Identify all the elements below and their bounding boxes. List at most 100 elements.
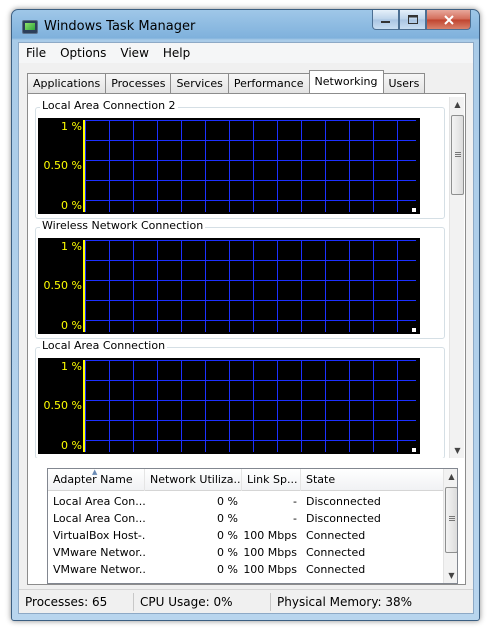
graph-title: Wireless Network Connection (40, 219, 206, 232)
status-bar: Processes: 65 CPU Usage: 0% Physical Mem… (19, 589, 473, 613)
column-adapter-name[interactable]: ▲ Adapter Name (48, 469, 145, 491)
adapter-utilization: 0 % (217, 512, 238, 525)
title-bar[interactable]: Windows Task Manager (12, 10, 479, 42)
menu-help[interactable]: Help (156, 43, 197, 63)
maximize-button[interactable] (399, 10, 426, 30)
status-cpu-usage: CPU Usage: 0% (134, 592, 271, 611)
adapter-utilization: 0 % (217, 495, 238, 508)
adapter-name: Local Area Con... (53, 495, 145, 508)
adapter-link-speed: 100 Mbps (243, 563, 297, 576)
task-manager-icon (22, 20, 38, 34)
graphs-area: Local Area Connection 2 1 % 0.50 % 0 % W… (31, 97, 446, 458)
column-state[interactable]: State (301, 469, 443, 491)
graphs-scrollbar[interactable]: ▲ ▼ (449, 97, 464, 458)
graph-marker (412, 208, 416, 212)
adapter-utilization: 0 % (217, 546, 238, 559)
adapter-list-header: ▲ Adapter Name Network Utiliza... Link S… (48, 469, 443, 491)
y-axis-min-label: 0 % (61, 439, 82, 452)
y-axis-mid-label: 0.50 % (43, 279, 82, 292)
adapter-state: Connected (306, 529, 366, 542)
column-label: State (306, 473, 336, 486)
graph-plot-area (83, 120, 416, 212)
adapter-rows: Local Area Con... 0 % - Disconnected Loc… (48, 493, 443, 578)
table-row[interactable]: VirtualBox Host-... 0 % 100 Mbps Connect… (48, 527, 443, 544)
column-network-utilization[interactable]: Network Utiliza... (145, 469, 242, 491)
adapter-list: ▲ Adapter Name Network Utiliza... Link S… (47, 468, 458, 584)
adapter-name: VMware Networ... (53, 546, 145, 559)
graph-group: Wireless Network Connection 1 % 0.50 % 0… (35, 219, 445, 339)
close-icon (443, 14, 454, 25)
tab-users[interactable]: Users (382, 73, 426, 93)
graph-group: Local Area Connection 1 % 0.50 % 0 % (35, 339, 445, 458)
close-button[interactable] (426, 10, 471, 30)
tab-performance[interactable]: Performance (227, 73, 310, 93)
task-manager-window: Windows Task Manager File Options View H… (11, 9, 480, 621)
table-row[interactable]: Local Area Con... 0 % - Disconnected (48, 493, 443, 510)
minimize-icon (381, 21, 390, 23)
network-graph: 1 % 0.50 % 0 % (38, 238, 420, 334)
column-link-speed[interactable]: Link Sp... (242, 469, 301, 491)
adapter-utilization: 0 % (217, 563, 238, 576)
tab-networking[interactable]: Networking (308, 70, 384, 93)
scroll-up-icon[interactable]: ▲ (444, 469, 457, 484)
adapter-link-speed: - (293, 495, 297, 508)
table-row[interactable]: Local Area Con... 0 % - Disconnected (48, 510, 443, 527)
adapter-link-speed: 100 Mbps (243, 546, 297, 559)
scroll-thumb[interactable] (451, 115, 464, 195)
y-axis-mid-label: 0.50 % (43, 159, 82, 172)
graph-plot-area (83, 360, 416, 452)
status-processes: Processes: 65 (19, 592, 134, 611)
y-axis-min-label: 0 % (61, 199, 82, 212)
tab-applications[interactable]: Applications (27, 73, 107, 93)
graph-group: Local Area Connection 2 1 % 0.50 % 0 % (35, 99, 445, 219)
adapter-state: Connected (306, 563, 366, 576)
status-physical-memory: Physical Memory: 38% (277, 594, 413, 609)
adapter-link-speed: - (293, 512, 297, 525)
scroll-up-icon[interactable]: ▲ (450, 97, 465, 112)
adapter-state: Disconnected (306, 512, 381, 525)
graph-title: Local Area Connection 2 (40, 99, 178, 112)
adapter-link-speed: 100 Mbps (243, 529, 297, 542)
caption-buttons (372, 10, 471, 30)
window-title: Windows Task Manager (44, 19, 196, 34)
adapter-name: VMware Networ... (53, 563, 145, 576)
network-graph: 1 % 0.50 % 0 % (38, 118, 420, 214)
grip-icon (455, 152, 461, 153)
menu-view[interactable]: View (113, 43, 155, 63)
adapter-name: Local Area Con... (53, 512, 145, 525)
tab-strip: Applications Processes Services Performa… (27, 70, 426, 93)
scroll-down-icon[interactable]: ▼ (444, 568, 457, 583)
menu-options[interactable]: Options (53, 43, 113, 63)
adapter-utilization: 0 % (217, 529, 238, 542)
y-axis-max-label: 1 % (61, 240, 82, 253)
column-label: Network Utiliza... (150, 473, 242, 486)
adapter-state: Disconnected (306, 495, 381, 508)
tab-services[interactable]: Services (170, 73, 229, 93)
menu-bar: File Options View Help (19, 43, 473, 63)
adapter-list-scrollbar[interactable]: ▲ ▼ (443, 469, 457, 583)
graph-title: Local Area Connection (40, 339, 168, 352)
grip-icon (449, 516, 455, 517)
y-axis-max-label: 1 % (61, 360, 82, 373)
column-label: Link Sp... (247, 473, 298, 486)
graph-plot-area (83, 240, 416, 332)
networking-panel: Local Area Connection 2 1 % 0.50 % 0 % W… (27, 93, 466, 585)
y-axis-mid-label: 0.50 % (43, 399, 82, 412)
graph-marker (412, 328, 416, 332)
y-axis-min-label: 0 % (61, 319, 82, 332)
minimize-button[interactable] (372, 10, 399, 30)
adapter-state: Connected (306, 546, 366, 559)
scroll-down-icon[interactable]: ▼ (450, 443, 465, 458)
window-client-area: File Options View Help Applications Proc… (18, 42, 474, 614)
maximize-icon (407, 15, 418, 24)
table-row[interactable]: VMware Networ... 0 % 100 Mbps Connected (48, 561, 443, 578)
scroll-thumb[interactable] (445, 487, 457, 553)
network-graph: 1 % 0.50 % 0 % (38, 358, 420, 454)
sort-ascending-icon: ▲ (92, 469, 98, 476)
y-axis-max-label: 1 % (61, 120, 82, 133)
adapter-name: VirtualBox Host-... (53, 529, 145, 542)
table-row[interactable]: VMware Networ... 0 % 100 Mbps Connected (48, 544, 443, 561)
menu-file[interactable]: File (19, 43, 53, 63)
graph-marker (412, 448, 416, 452)
tab-processes[interactable]: Processes (105, 73, 172, 93)
